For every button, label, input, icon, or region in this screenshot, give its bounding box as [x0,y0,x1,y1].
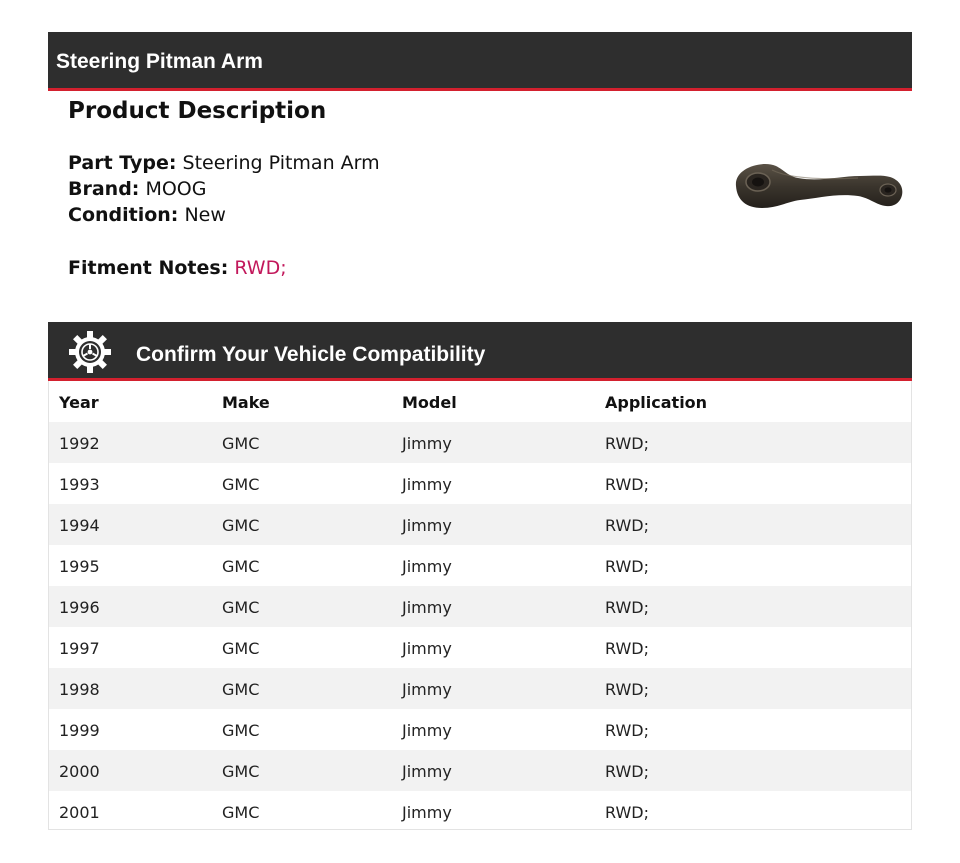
spec-brand-value: MOOG [145,178,207,200]
cell-year: 1995 [59,557,100,576]
cell-application: RWD; [605,762,649,781]
spec-brand-label: Brand: [68,178,140,200]
spec-part-type: Part Type: Steering Pitman Arm [68,150,380,176]
cell-year: 2000 [59,762,100,781]
cell-model: Jimmy [402,434,452,453]
table-row: 1994 GMC Jimmy RWD; [49,504,911,545]
cell-application: RWD; [605,516,649,535]
cell-make: GMC [222,721,260,740]
cell-make: GMC [222,516,260,535]
spec-condition-value: New [184,204,226,226]
cell-make: GMC [222,762,260,781]
cell-model: Jimmy [402,680,452,699]
cell-year: 1993 [59,475,100,494]
cell-application: RWD; [605,803,649,822]
cell-make: GMC [222,680,260,699]
spec-condition: Condition: New [68,202,226,228]
spec-fitment-notes: Fitment Notes: RWD; [68,255,287,281]
cell-application: RWD; [605,598,649,617]
cell-year: 1998 [59,680,100,699]
table-row: 1999 GMC Jimmy RWD; [49,709,911,750]
cell-application: RWD; [605,721,649,740]
cell-model: Jimmy [402,721,452,740]
column-header-model: Model [402,393,457,412]
cell-year: 1994 [59,516,100,535]
pitman-arm-image [735,164,903,208]
cell-model: Jimmy [402,762,452,781]
table-row: 1996 GMC Jimmy RWD; [49,586,911,627]
cell-year: 1992 [59,434,100,453]
column-header-make: Make [222,393,270,412]
cell-make: GMC [222,803,260,822]
spec-part-type-label: Part Type: [68,152,177,174]
cell-make: GMC [222,557,260,576]
spec-fitment-label: Fitment Notes: [68,257,229,279]
cell-make: GMC [222,598,260,617]
product-description-heading: Product Description [68,98,327,124]
cell-make: GMC [222,475,260,494]
compatibility-title: Confirm Your Vehicle Compatibility [136,343,486,366]
cell-model: Jimmy [402,803,452,822]
cell-application: RWD; [605,557,649,576]
cell-make: GMC [222,639,260,658]
cell-model: Jimmy [402,598,452,617]
cell-application: RWD; [605,434,649,453]
table-row: 1992 GMC Jimmy RWD; [49,422,911,463]
cell-application: RWD; [605,680,649,699]
spec-part-type-value: Steering Pitman Arm [182,152,380,174]
cell-application: RWD; [605,639,649,658]
product-title: Steering Pitman Arm [56,50,263,73]
table-row: 2001 GMC Jimmy RWD; [49,791,911,832]
cell-year: 2001 [59,803,100,822]
spec-brand: Brand: MOOG [68,176,206,202]
cell-model: Jimmy [402,639,452,658]
cell-model: Jimmy [402,516,452,535]
table-header-row: Year Make Model Application [49,381,911,422]
cell-make: GMC [222,434,260,453]
table-row: 1998 GMC Jimmy RWD; [49,668,911,709]
spec-condition-label: Condition: [68,204,179,226]
cell-year: 1997 [59,639,100,658]
table-row: 1997 GMC Jimmy RWD; [49,627,911,668]
table-row: 1995 GMC Jimmy RWD; [49,545,911,586]
column-header-application: Application [605,393,708,412]
cell-model: Jimmy [402,557,452,576]
column-header-year: Year [59,393,99,412]
cell-year: 1996 [59,598,100,617]
compatibility-header-bar: Confirm Your Vehicle Compatibility [48,322,912,381]
cell-application: RWD; [605,475,649,494]
cell-year: 1999 [59,721,100,740]
table-row: 1993 GMC Jimmy RWD; [49,463,911,504]
spec-fitment-value: RWD; [234,257,287,279]
compatibility-table: Year Make Model Application 1992 GMC Jim… [48,381,912,830]
table-row: 2000 GMC Jimmy RWD; [49,750,911,791]
product-header-bar: Steering Pitman Arm [48,32,912,91]
gear-car-icon [69,331,111,373]
cell-model: Jimmy [402,475,452,494]
